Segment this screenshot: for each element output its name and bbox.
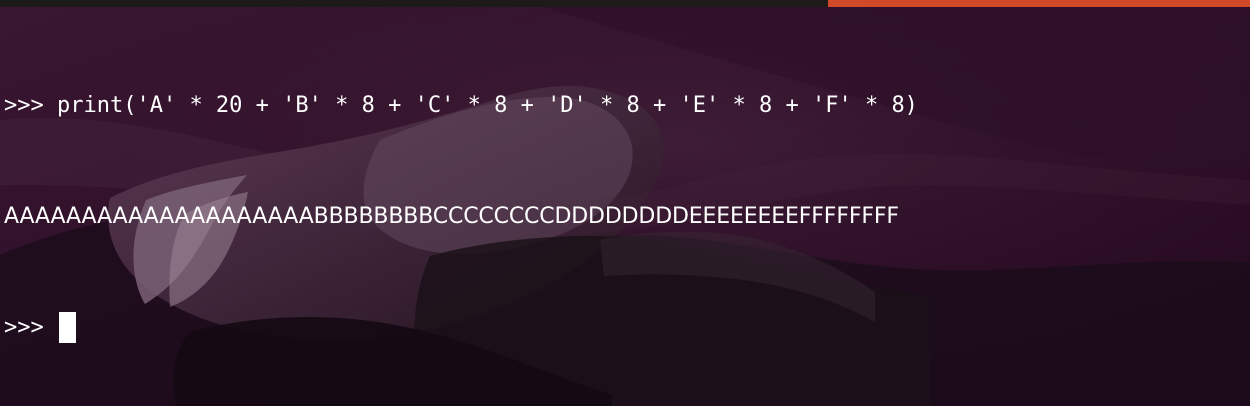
print-command: print('A' * 20 + 'B' * 8 + 'C' * 8 + 'D'… <box>43 93 918 118</box>
accent-strip <box>828 0 1250 7</box>
print-output: AAAAAAAAAAAAAAAAAAAABBBBBBBBCCCCCCCCDDDD… <box>4 204 899 229</box>
python-prompt: >>> <box>4 93 44 118</box>
terminal-window[interactable]: >>> print('A' * 20 + 'B' * 8 + 'C' * 8 +… <box>0 0 1250 406</box>
terminal-output-area[interactable]: >>> print('A' * 20 + 'B' * 8 + 'C' * 8 +… <box>4 13 918 406</box>
output-line: AAAAAAAAAAAAAAAAAAAABBBBBBBBCCCCCCCCDDDD… <box>4 198 918 235</box>
active-prompt-line[interactable]: >>> <box>4 309 918 346</box>
text-cursor <box>58 312 76 343</box>
top-strip <box>0 0 1250 7</box>
python-prompt: >>> <box>4 315 44 340</box>
command-line: >>> print('A' * 20 + 'B' * 8 + 'C' * 8 +… <box>4 87 918 124</box>
